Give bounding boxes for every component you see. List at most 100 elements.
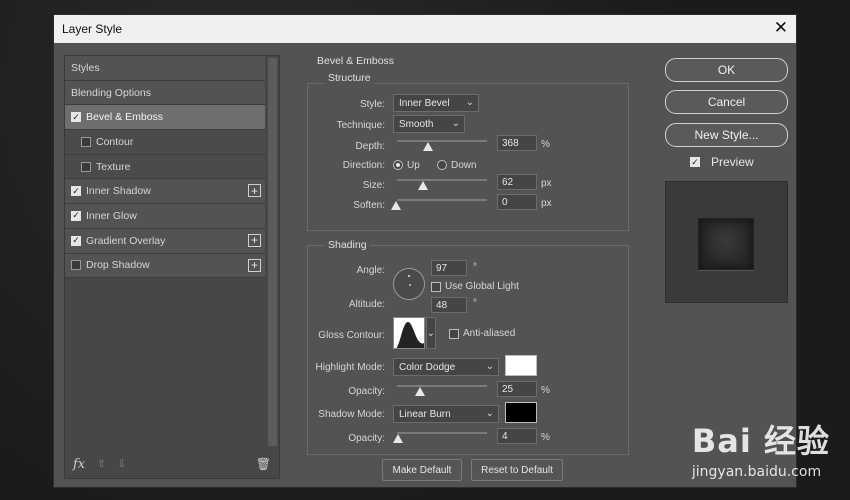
soften-field[interactable]: 0 [497,194,537,210]
style-item-gradient-overlay[interactable]: ✓ Gradient Overlay + [65,228,265,254]
structure-title: Structure [325,72,374,84]
add-effect-icon[interactable]: + [248,258,261,272]
style-item-inner-shadow[interactable]: ✓ Inner Shadow + [65,179,265,205]
highlight-opacity-thumb[interactable] [415,387,425,396]
anti-aliased-checkbox[interactable] [449,329,459,339]
direction-down-radio[interactable] [437,160,447,170]
style-item-checkbox[interactable]: ✓ [71,235,81,246]
highlight-mode-value: Color Dodge [399,361,456,373]
close-icon[interactable]: ✕ [774,19,788,37]
angle-center-dot [409,284,411,286]
reset-to-default-button[interactable]: Reset to Default [471,459,563,481]
depth-slider-thumb[interactable] [423,142,433,151]
style-item-label: Gradient Overlay [86,234,166,247]
style-item-contour[interactable]: Contour [65,130,265,155]
new-style-button[interactable]: New Style... [665,123,788,147]
direction-up-label: Up [407,160,420,171]
styles-scroll-thumb[interactable] [268,58,277,446]
soften-slider-thumb[interactable] [391,201,401,210]
move-up-icon[interactable]: ⇧ [97,459,105,470]
depth-field[interactable]: 368 [497,135,537,151]
window-title: Layer Style [62,22,123,36]
angle-unit: ° [473,262,477,273]
style-item-checkbox[interactable] [71,260,81,271]
size-label: Size: [362,180,385,191]
technique-select-value: Smooth [399,118,434,130]
style-item-drop-shadow[interactable]: Drop Shadow + [65,253,265,279]
direction-up-radio[interactable] [393,160,403,170]
shadow-opacity-track[interactable] [397,432,487,434]
highlight-opacity-track[interactable] [397,385,487,387]
trash-icon[interactable]: 🗑 [256,457,271,471]
style-label: Style: [359,99,385,110]
angle-label: Angle: [356,265,385,276]
direction-down-label: Down [451,160,477,171]
style-item-blending-options[interactable]: Blending Options [65,80,265,106]
shadow-mode-value: Linear Burn [399,408,451,420]
altitude-label: Altitude: [348,299,385,310]
shadow-opacity-field[interactable]: 4 [497,428,537,444]
angle-indicator-dot [408,275,410,277]
add-effect-icon[interactable]: + [248,233,261,247]
size-slider-track[interactable] [397,179,487,181]
style-item-label: Drop Shadow [86,259,150,272]
angle-dial[interactable] [393,268,425,300]
size-slider-thumb[interactable] [418,181,428,190]
altitude-unit: ° [473,298,477,309]
ok-button[interactable]: OK [665,58,788,82]
style-item-styles[interactable]: Styles [65,56,265,81]
contour-curve-icon [396,322,424,348]
title-bar: Layer Style ✕ [54,15,796,43]
shadow-mode-label: Shadow Mode: [318,409,385,420]
shadow-mode-select[interactable]: Linear Burn ⌄ [393,405,499,423]
soften-slider-track[interactable] [397,199,487,201]
preview-toggle[interactable]: ✓ Preview [690,155,754,169]
shadow-color-swatch[interactable] [505,402,537,423]
shadow-opacity-label: Opacity: [348,433,385,444]
style-item-checkbox[interactable]: ✓ [71,112,81,123]
styles-scrollbar[interactable] [265,56,279,448]
shadow-opacity-unit: % [541,432,550,443]
highlight-opacity-field[interactable]: 25 [497,381,537,397]
technique-select[interactable]: Smooth ⌄ [393,115,465,133]
cancel-button[interactable]: Cancel [665,90,788,114]
size-unit: px [541,178,552,189]
highlight-color-swatch[interactable] [505,355,537,376]
use-global-light-checkbox[interactable] [431,282,441,292]
style-item-checkbox[interactable]: ✓ [71,210,81,221]
style-item-texture[interactable]: Texture [65,154,265,180]
anti-aliased-label: Anti-aliased [463,328,516,339]
watermark-brand: Bai 经验 [691,422,830,460]
angle-field[interactable]: 97 [431,260,467,276]
shading-group [307,245,629,455]
style-item-bevel-emboss[interactable]: ✓ Bevel & Emboss [65,105,265,131]
style-item-inner-glow[interactable]: ✓ Inner Glow [65,204,265,229]
soften-unit: px [541,198,552,209]
add-effect-icon[interactable]: + [248,184,261,198]
shadow-opacity-thumb[interactable] [393,434,403,443]
highlight-opacity-unit: % [541,385,550,396]
style-item-checkbox[interactable] [81,161,91,172]
highlight-mode-select[interactable]: Color Dodge ⌄ [393,358,499,376]
soften-label: Soften: [353,200,385,211]
gloss-contour-dropdown[interactable]: ⌄ [426,317,436,349]
chevron-down-icon: ⌄ [485,408,494,419]
style-item-checkbox[interactable]: ✓ [71,186,81,197]
size-field[interactable]: 62 [497,174,537,190]
preview-thumbnail [665,181,788,303]
gloss-contour-preview[interactable] [393,317,425,349]
altitude-field[interactable]: 48 [431,297,467,313]
layer-style-dialog: Layer Style ✕ Styles Blending Options ✓ Bev… [53,14,797,488]
depth-slider-track[interactable] [397,140,487,142]
shading-title: Shading [325,239,370,251]
style-item-label: Styles [71,61,100,74]
baidu-watermark: Bai 经验 jingyan.baidu.com [692,416,830,480]
style-item-label: Texture [96,160,131,173]
fx-icon[interactable]: fx [73,457,85,472]
preview-checkbox[interactable]: ✓ [690,157,700,167]
style-select[interactable]: Inner Bevel ⌄ [393,94,479,112]
style-item-checkbox[interactable] [81,136,91,147]
chevron-down-icon: ⌄ [451,118,460,129]
make-default-button[interactable]: Make Default [382,459,462,481]
move-down-icon[interactable]: ⇩ [118,459,126,470]
